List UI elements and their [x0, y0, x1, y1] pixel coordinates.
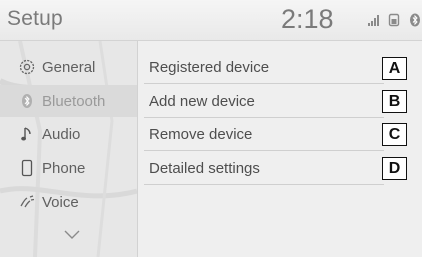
callout-label: C	[382, 123, 407, 146]
clock: 2:18	[281, 4, 334, 34]
sidebar-item-label: Phone	[42, 159, 86, 177]
sidebar-item-label: General	[42, 58, 96, 76]
callout-label: A	[382, 57, 407, 80]
sidebar-item-label: Bluetooth	[42, 92, 106, 110]
menu-item-detailed-settings[interactable]: Detailed settings	[144, 152, 384, 185]
phone-icon	[16, 158, 38, 178]
sidebar-item-phone[interactable]: Phone	[0, 152, 137, 184]
menu-item-add-new-device[interactable]: Add new device	[144, 85, 384, 118]
sidebar-item-general[interactable]: General	[0, 51, 137, 83]
sidebar-item-audio[interactable]: Audio	[0, 118, 137, 150]
bluetooth-icon	[409, 13, 421, 27]
sidebar-item-label: Audio	[42, 125, 81, 143]
menu-item-label: Remove device	[149, 125, 253, 143]
phone-battery-icon	[388, 13, 400, 27]
sidebar-item-label: Voice	[42, 193, 79, 211]
menu-item-registered-device[interactable]: Registered device	[144, 51, 384, 84]
gear-icon	[16, 57, 38, 77]
voice-icon	[16, 192, 38, 212]
chevron-down-icon[interactable]	[60, 227, 84, 243]
bluetooth-menu: Registered device A Add new device B Rem…	[141, 41, 422, 257]
music-note-icon	[16, 124, 38, 144]
menu-item-remove-device[interactable]: Remove device	[144, 118, 384, 151]
menu-item-label: Detailed settings	[149, 159, 260, 177]
menu-item-label: Registered device	[149, 58, 270, 76]
setup-screen: Setup 2:18 General Bluetooth Audio Phone…	[0, 0, 422, 257]
callout-label: D	[382, 157, 407, 180]
status-icons	[367, 13, 422, 29]
signal-bars-icon	[367, 13, 381, 27]
sidebar-item-bluetooth[interactable]: Bluetooth	[0, 85, 137, 117]
callout-label: B	[382, 90, 407, 113]
sidebar: General Bluetooth Audio Phone Voice	[0, 41, 138, 257]
sidebar-item-voice[interactable]: Voice	[0, 186, 137, 218]
bluetooth-icon	[16, 91, 38, 111]
menu-item-label: Add new device	[149, 92, 255, 110]
page-title: Setup	[7, 7, 63, 30]
top-bar: Setup 2:18	[0, 0, 422, 41]
